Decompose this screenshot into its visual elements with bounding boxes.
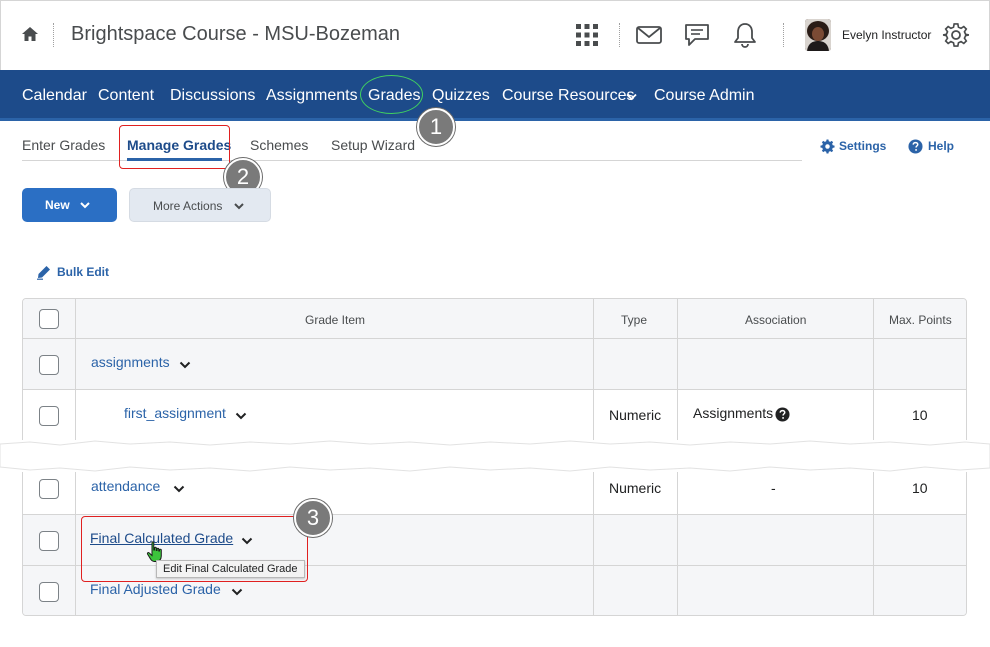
callout-1: 1 [417,108,455,146]
max-points-cell: 10 [912,407,928,423]
chevron-down-icon [626,93,637,101]
gear-icon[interactable] [942,21,970,49]
torn-page-break [0,440,990,472]
help-icon[interactable] [775,407,790,422]
table-row: assignments [23,339,966,390]
table-header-row: Grade Item Type Association Max. Points [23,299,966,339]
tooltip: Edit Final Calculated Grade [156,560,305,578]
table-row: first_assignment Numeric Assignments 10 [23,390,966,442]
avatar[interactable] [805,19,831,51]
nav-quizzes[interactable]: Quizzes [432,87,490,105]
nav-calendar[interactable]: Calendar [22,87,87,105]
chevron-down-icon [80,202,90,209]
callout-3: 3 [294,499,332,537]
course-title[interactable]: Brightspace Course - MSU-Bozeman [71,23,400,46]
type-cell: Numeric [609,407,662,423]
chevron-down-icon[interactable] [231,587,243,597]
column-header-association[interactable]: Association [745,313,806,327]
chevron-down-icon[interactable] [235,411,247,421]
bell-icon[interactable] [731,21,759,49]
max-points-cell: 10 [912,480,928,496]
manage-grades-highlight [119,125,230,169]
waffle-grid-icon[interactable] [573,21,601,49]
select-all-checkbox[interactable] [39,309,59,329]
nav-assignments[interactable]: Assignments [266,87,358,105]
nav-content[interactable]: Content [98,87,154,105]
grade-item-link[interactable]: first_assignment [124,405,226,421]
settings-link[interactable]: Settings [839,139,886,153]
more-actions-button[interactable]: More Actions [129,188,271,222]
association-cell: Assignments [693,405,774,421]
user-name[interactable]: Evelyn Instructor [842,28,931,42]
chat-icon[interactable] [683,21,711,49]
mail-icon[interactable] [635,21,663,49]
type-cell: Numeric [609,480,662,496]
grade-item-link[interactable]: Final Adjusted Grade [90,581,221,597]
grades-highlight-ring [360,75,423,114]
home-icon[interactable] [21,25,39,43]
grade-item-link[interactable]: assignments [91,354,170,370]
help-link[interactable]: Help [928,139,954,153]
course-navbar: Calendar Content Discussions Assignments… [0,70,990,121]
chevron-down-icon[interactable] [179,360,191,370]
tab-setup-wizard[interactable]: Setup Wizard [331,137,415,153]
column-header-max-points[interactable]: Max. Points [889,313,952,327]
row-checkbox[interactable] [39,531,59,551]
tab-schemes[interactable]: Schemes [250,137,308,153]
new-button-label: New [45,198,70,212]
row-checkbox[interactable] [39,406,59,426]
row-checkbox[interactable] [39,355,59,375]
header-separator [619,23,620,47]
gear-icon [820,139,835,154]
row-checkbox[interactable] [39,582,59,602]
course-header: Brightspace Course - MSU-Bozeman Evelyn … [0,0,990,70]
chevron-down-icon[interactable] [173,484,185,494]
column-header-grade-item[interactable]: Grade Item [305,313,365,327]
column-header-type[interactable]: Type [621,313,647,327]
tab-enter-grades[interactable]: Enter Grades [22,137,105,153]
association-cell: - [771,480,776,496]
row-checkbox[interactable] [39,479,59,499]
nav-course-resources[interactable]: Course Resources [502,87,635,105]
pencil-icon [37,266,50,280]
chevron-down-icon [234,203,244,210]
header-separator [783,23,784,47]
new-button[interactable]: New [22,188,117,222]
grade-item-link[interactable]: attendance [91,478,160,494]
bulk-edit-label: Bulk Edit [57,265,110,279]
header-divider [53,23,54,47]
help-icon [908,139,923,154]
more-actions-label: More Actions [153,199,223,213]
nav-discussions[interactable]: Discussions [170,87,255,105]
nav-course-admin[interactable]: Course Admin [654,87,755,105]
